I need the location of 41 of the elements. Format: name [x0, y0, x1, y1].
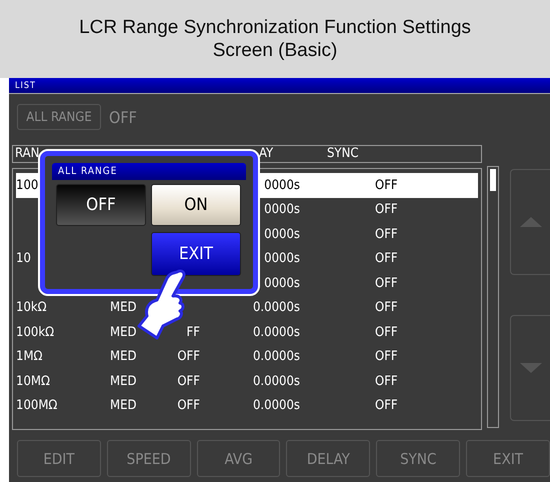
- table-cell-text: 100MΩ: [16, 398, 58, 414]
- table-cell-text: MED: [109, 374, 138, 389]
- table-cell-text: 100: [16, 178, 40, 193]
- table-cell-text: OFF: [374, 349, 399, 364]
- table-cell-text: 100kΩ: [16, 324, 56, 340]
- table-cell-text: OFF: [374, 276, 399, 291]
- table-cell-text: OFF: [374, 226, 399, 242]
- table-cell-text: OFF: [374, 300, 399, 316]
- table-cell-text: OFF: [176, 398, 200, 414]
- table-cell-text: 0000s: [263, 276, 300, 291]
- table-cell-text: OFF: [374, 251, 399, 266]
- table-cell-text: 0000s: [263, 178, 300, 193]
- table-cell-text: OFF: [374, 398, 399, 414]
- table-cell-text: 10MΩ: [16, 374, 51, 389]
- table-cell-text: MED: [109, 324, 138, 340]
- page-caption: LCR Range Synchronization Function Settings Screen (Basic): [78, 16, 472, 62]
- table-cell-text: MED: [109, 349, 138, 364]
- table-cell-text: MED: [109, 398, 138, 414]
- table-cell-text: 10kΩ: [16, 300, 48, 316]
- column-header: RAN: [15, 146, 40, 161]
- table-cell-text: FF: [186, 324, 200, 340]
- table-cell-text: 0.0000s: [252, 324, 300, 340]
- column-header: SYNC: [327, 146, 358, 161]
- table-cell-text: OFF: [176, 349, 200, 364]
- table-cell-text: 0000s: [263, 202, 300, 218]
- table-cell-text: OFF: [374, 202, 399, 218]
- table-cell-text: OFF: [176, 374, 200, 389]
- dialog-title: ALL RANGE: [52, 163, 246, 180]
- table-cell-text: 0.0000s: [252, 300, 300, 316]
- column-header: AY: [259, 146, 274, 161]
- table-cell-text: OFF: [374, 324, 399, 340]
- table-cell-text: 0.0000s: [252, 398, 300, 414]
- table-cell-text: 0.0000s: [252, 374, 300, 389]
- table-cell-text: OFF: [374, 178, 399, 193]
- table-cell-text: MED: [109, 300, 138, 316]
- screen-title: LIST: [15, 80, 36, 90]
- table-cell-text: 1MΩ: [16, 349, 44, 364]
- table-cell-text: OFF: [374, 374, 399, 389]
- table-cell-text: 0.0000s: [252, 349, 300, 364]
- all-range-value: OFF: [109, 108, 137, 126]
- table-cell-text: 0000s: [263, 226, 300, 242]
